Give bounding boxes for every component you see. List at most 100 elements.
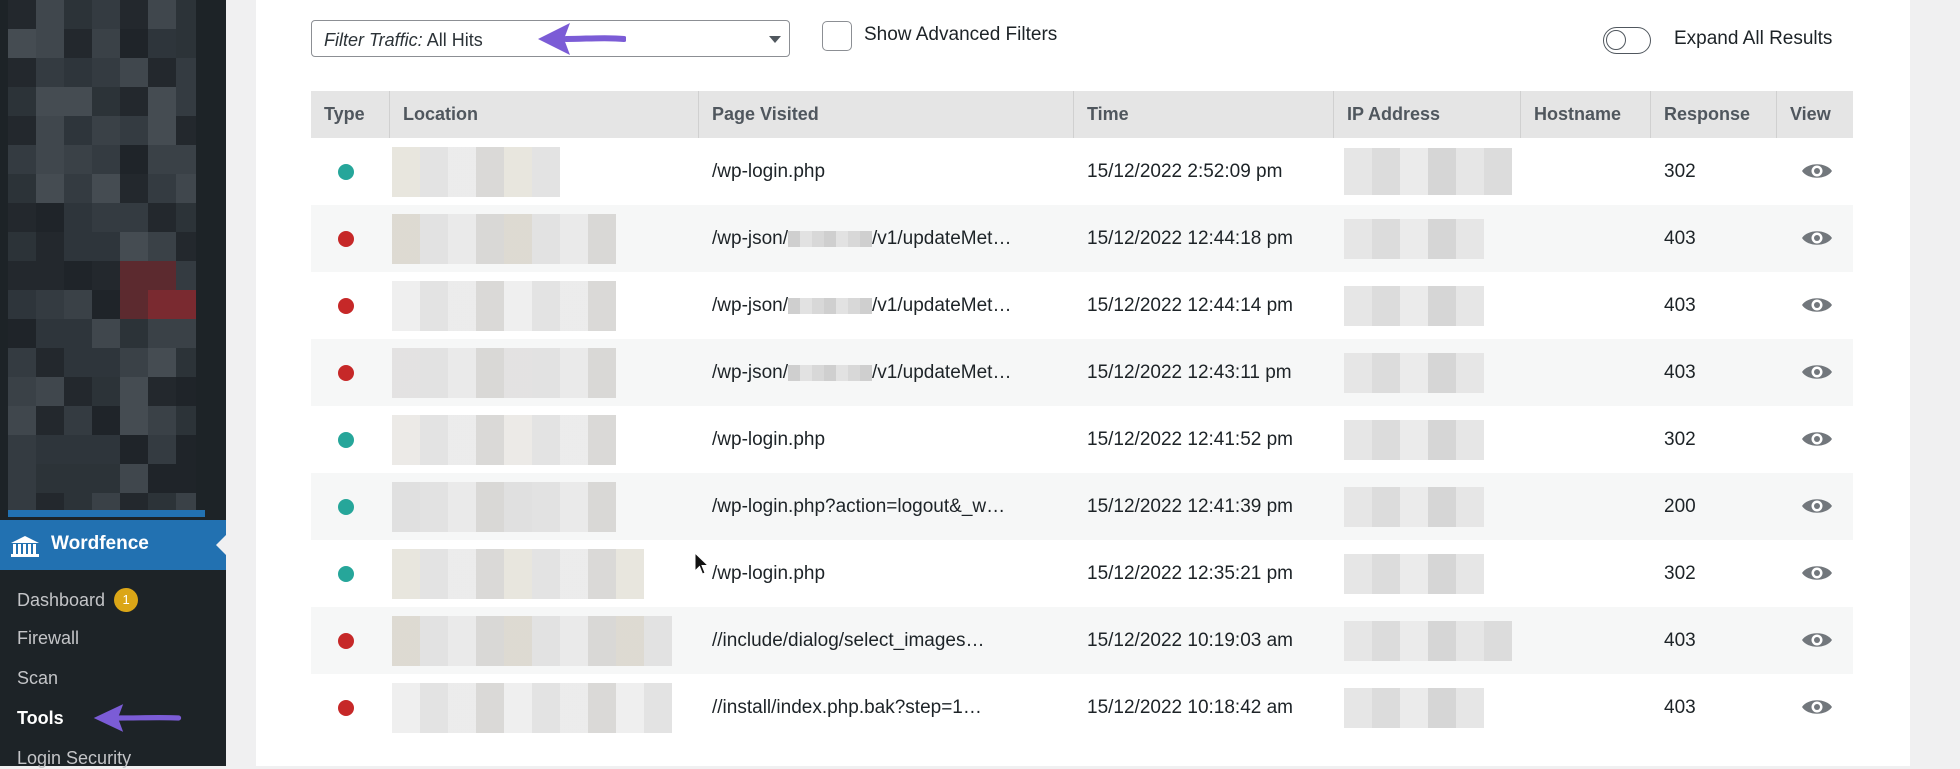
- page-visited-cell[interactable]: /wp-json/ /v1/updateMet…: [712, 205, 1062, 272]
- pixelated-tile: [8, 493, 36, 510]
- pixelated-tile: [148, 377, 176, 406]
- eye-icon[interactable]: [1800, 561, 1834, 585]
- eye-icon[interactable]: [1800, 226, 1834, 250]
- table-row[interactable]: /wp-login.php 15/12/2022 12:41:52 pm 302: [311, 406, 1853, 473]
- sidebar-item-tools[interactable]: Tools: [17, 708, 64, 729]
- column-header-hostname[interactable]: Hostname: [1521, 91, 1651, 138]
- time-cell: 15/12/2022 12:44:14 pm: [1087, 295, 1294, 316]
- pixelated-tile: [36, 87, 64, 116]
- redacted-location: [392, 214, 616, 264]
- eye-icon[interactable]: [1800, 494, 1834, 518]
- expand-all-results-toggle[interactable]: [1603, 27, 1651, 54]
- pixelated-tile: [148, 319, 176, 348]
- page-visited-cell[interactable]: /wp-login.php: [712, 406, 1062, 473]
- time-cell: 15/12/2022 10:18:42 am: [1087, 697, 1294, 718]
- pixelated-tile: [92, 464, 120, 493]
- pixelated-tile: [64, 174, 92, 203]
- page-visited-cell[interactable]: /wp-json/ /v1/updateMet…: [712, 339, 1062, 406]
- pixelated-tile: [148, 261, 176, 290]
- page-visited-cell[interactable]: /wp-json/ /v1/updateMet…: [712, 272, 1062, 339]
- pixelated-tile: [120, 232, 148, 261]
- sidebar-item-label: Tools: [17, 708, 64, 728]
- table-row[interactable]: /wp-login.php?action=logout&_w… 15/12/202…: [311, 473, 1853, 540]
- table-row[interactable]: /wp-login.php 15/12/2022 2:52:09 pm 302: [311, 138, 1853, 205]
- time-cell: 15/12/2022 12:44:18 pm: [1087, 228, 1294, 249]
- show-advanced-filters-label[interactable]: Show Advanced Filters: [864, 24, 1057, 46]
- pixelated-tile: [120, 87, 148, 116]
- eye-icon[interactable]: [1800, 427, 1834, 451]
- eye-icon[interactable]: [1800, 360, 1834, 384]
- pixelated-tile: [8, 348, 36, 377]
- pixelated-tile: [120, 348, 148, 377]
- admin-sidebar: Wordfence Dashboard 1 Firewall Scan Tools…: [0, 0, 227, 768]
- redacted-location: [392, 482, 616, 532]
- time-cell: 15/12/2022 2:52:09 pm: [1087, 161, 1283, 182]
- pixelated-tile: [120, 377, 148, 406]
- time-cell: 15/12/2022 12:35:21 pm: [1087, 563, 1294, 584]
- table-row[interactable]: //include/dialog/select_images… 15/12/202…: [311, 607, 1853, 674]
- column-header-time[interactable]: Time: [1074, 91, 1334, 138]
- table-row[interactable]: /wp-login.php 15/12/2022 12:35:21 pm 302: [311, 540, 1853, 607]
- redacted-location: [392, 147, 560, 197]
- pixelated-tile: [64, 29, 92, 58]
- pixelated-tile: [92, 29, 120, 58]
- response-code-cell: 302: [1664, 429, 1696, 450]
- page-visited-cell[interactable]: /wp-login.php?action=logout&_w…: [712, 473, 1062, 540]
- pixelated-tile: [148, 406, 176, 435]
- eye-icon[interactable]: [1800, 628, 1834, 652]
- pixelated-tile: [176, 29, 196, 58]
- show-advanced-filters-checkbox[interactable]: [822, 21, 852, 51]
- redacted-ip-address: [1344, 688, 1484, 728]
- page-visited-text: /v1/updateMet…: [872, 362, 1012, 383]
- column-header-page-visited[interactable]: Page Visited: [699, 91, 1074, 138]
- pixelated-tile: [92, 232, 120, 261]
- table-row[interactable]: //install/index.php.bak?step=1… 15/12/202…: [311, 674, 1853, 741]
- eye-icon[interactable]: [1800, 695, 1834, 719]
- sidebar-item-firewall[interactable]: Firewall: [17, 628, 79, 649]
- sidebar-item-label: Login Security: [17, 748, 132, 768]
- eye-icon[interactable]: [1800, 293, 1834, 317]
- pixelated-tile: [36, 261, 64, 290]
- sidebar-item-scan[interactable]: Scan: [17, 668, 58, 689]
- pixelated-tile: [176, 319, 196, 348]
- traffic-type-human-icon: [338, 499, 354, 515]
- response-code-cell: 403: [1664, 630, 1696, 651]
- sidebar-item-wordfence[interactable]: Wordfence: [0, 520, 227, 570]
- column-header-response[interactable]: Response: [1651, 91, 1777, 138]
- table-row[interactable]: /wp-json/ /v1/updateMet… 15/12/2022 12:44:…: [311, 205, 1853, 272]
- redacted-location: [392, 348, 616, 398]
- page-visited-cell[interactable]: /wp-login.php: [712, 138, 1062, 205]
- pixelated-tile: [36, 377, 64, 406]
- table-row[interactable]: /wp-json/ /v1/updateMet… 15/12/2022 12:44:…: [311, 272, 1853, 339]
- redacted-ip-address: [1344, 487, 1484, 527]
- pixelated-tile: [148, 29, 176, 58]
- page-visited-cell[interactable]: /wp-login.php: [712, 540, 1062, 607]
- table-row[interactable]: /wp-json/ /v1/updateMet… 15/12/2022 12:43:…: [311, 339, 1853, 406]
- page-visited-cell[interactable]: //include/dialog/select_images…: [712, 607, 1062, 674]
- page-visited-cell[interactable]: //install/index.php.bak?step=1…: [712, 674, 1062, 741]
- redacted-text: [788, 230, 873, 247]
- column-header-type[interactable]: Type: [311, 91, 390, 138]
- redacted-ip-address: [1344, 219, 1484, 259]
- pixelated-tile: [176, 0, 196, 29]
- pixelated-tile: [120, 464, 148, 493]
- pixelated-tile: [176, 493, 196, 510]
- sidebar-item-dashboard[interactable]: Dashboard 1: [17, 588, 139, 612]
- pixelated-tile: [92, 290, 120, 319]
- redacted-ip-address: [1344, 621, 1512, 661]
- column-header-location[interactable]: Location: [390, 91, 699, 138]
- column-header-view[interactable]: View: [1777, 91, 1853, 138]
- pixelated-tile: [36, 116, 64, 145]
- time-cell: 15/12/2022 12:43:11 pm: [1087, 362, 1292, 383]
- pixelated-tile: [64, 406, 92, 435]
- pixelated-tile: [92, 261, 120, 290]
- pixelated-tile: [64, 435, 92, 464]
- expand-all-results-label[interactable]: Expand All Results: [1674, 28, 1832, 50]
- pixelated-tile: [148, 203, 176, 232]
- page-visited-text: /wp-json/: [712, 228, 789, 249]
- column-header-ip-address[interactable]: IP Address: [1334, 91, 1521, 138]
- redacted-ip-address: [1344, 420, 1484, 460]
- eye-icon[interactable]: [1800, 159, 1834, 183]
- pixelated-tile: [148, 493, 176, 510]
- sidebar-item-label: Dashboard: [17, 590, 106, 610]
